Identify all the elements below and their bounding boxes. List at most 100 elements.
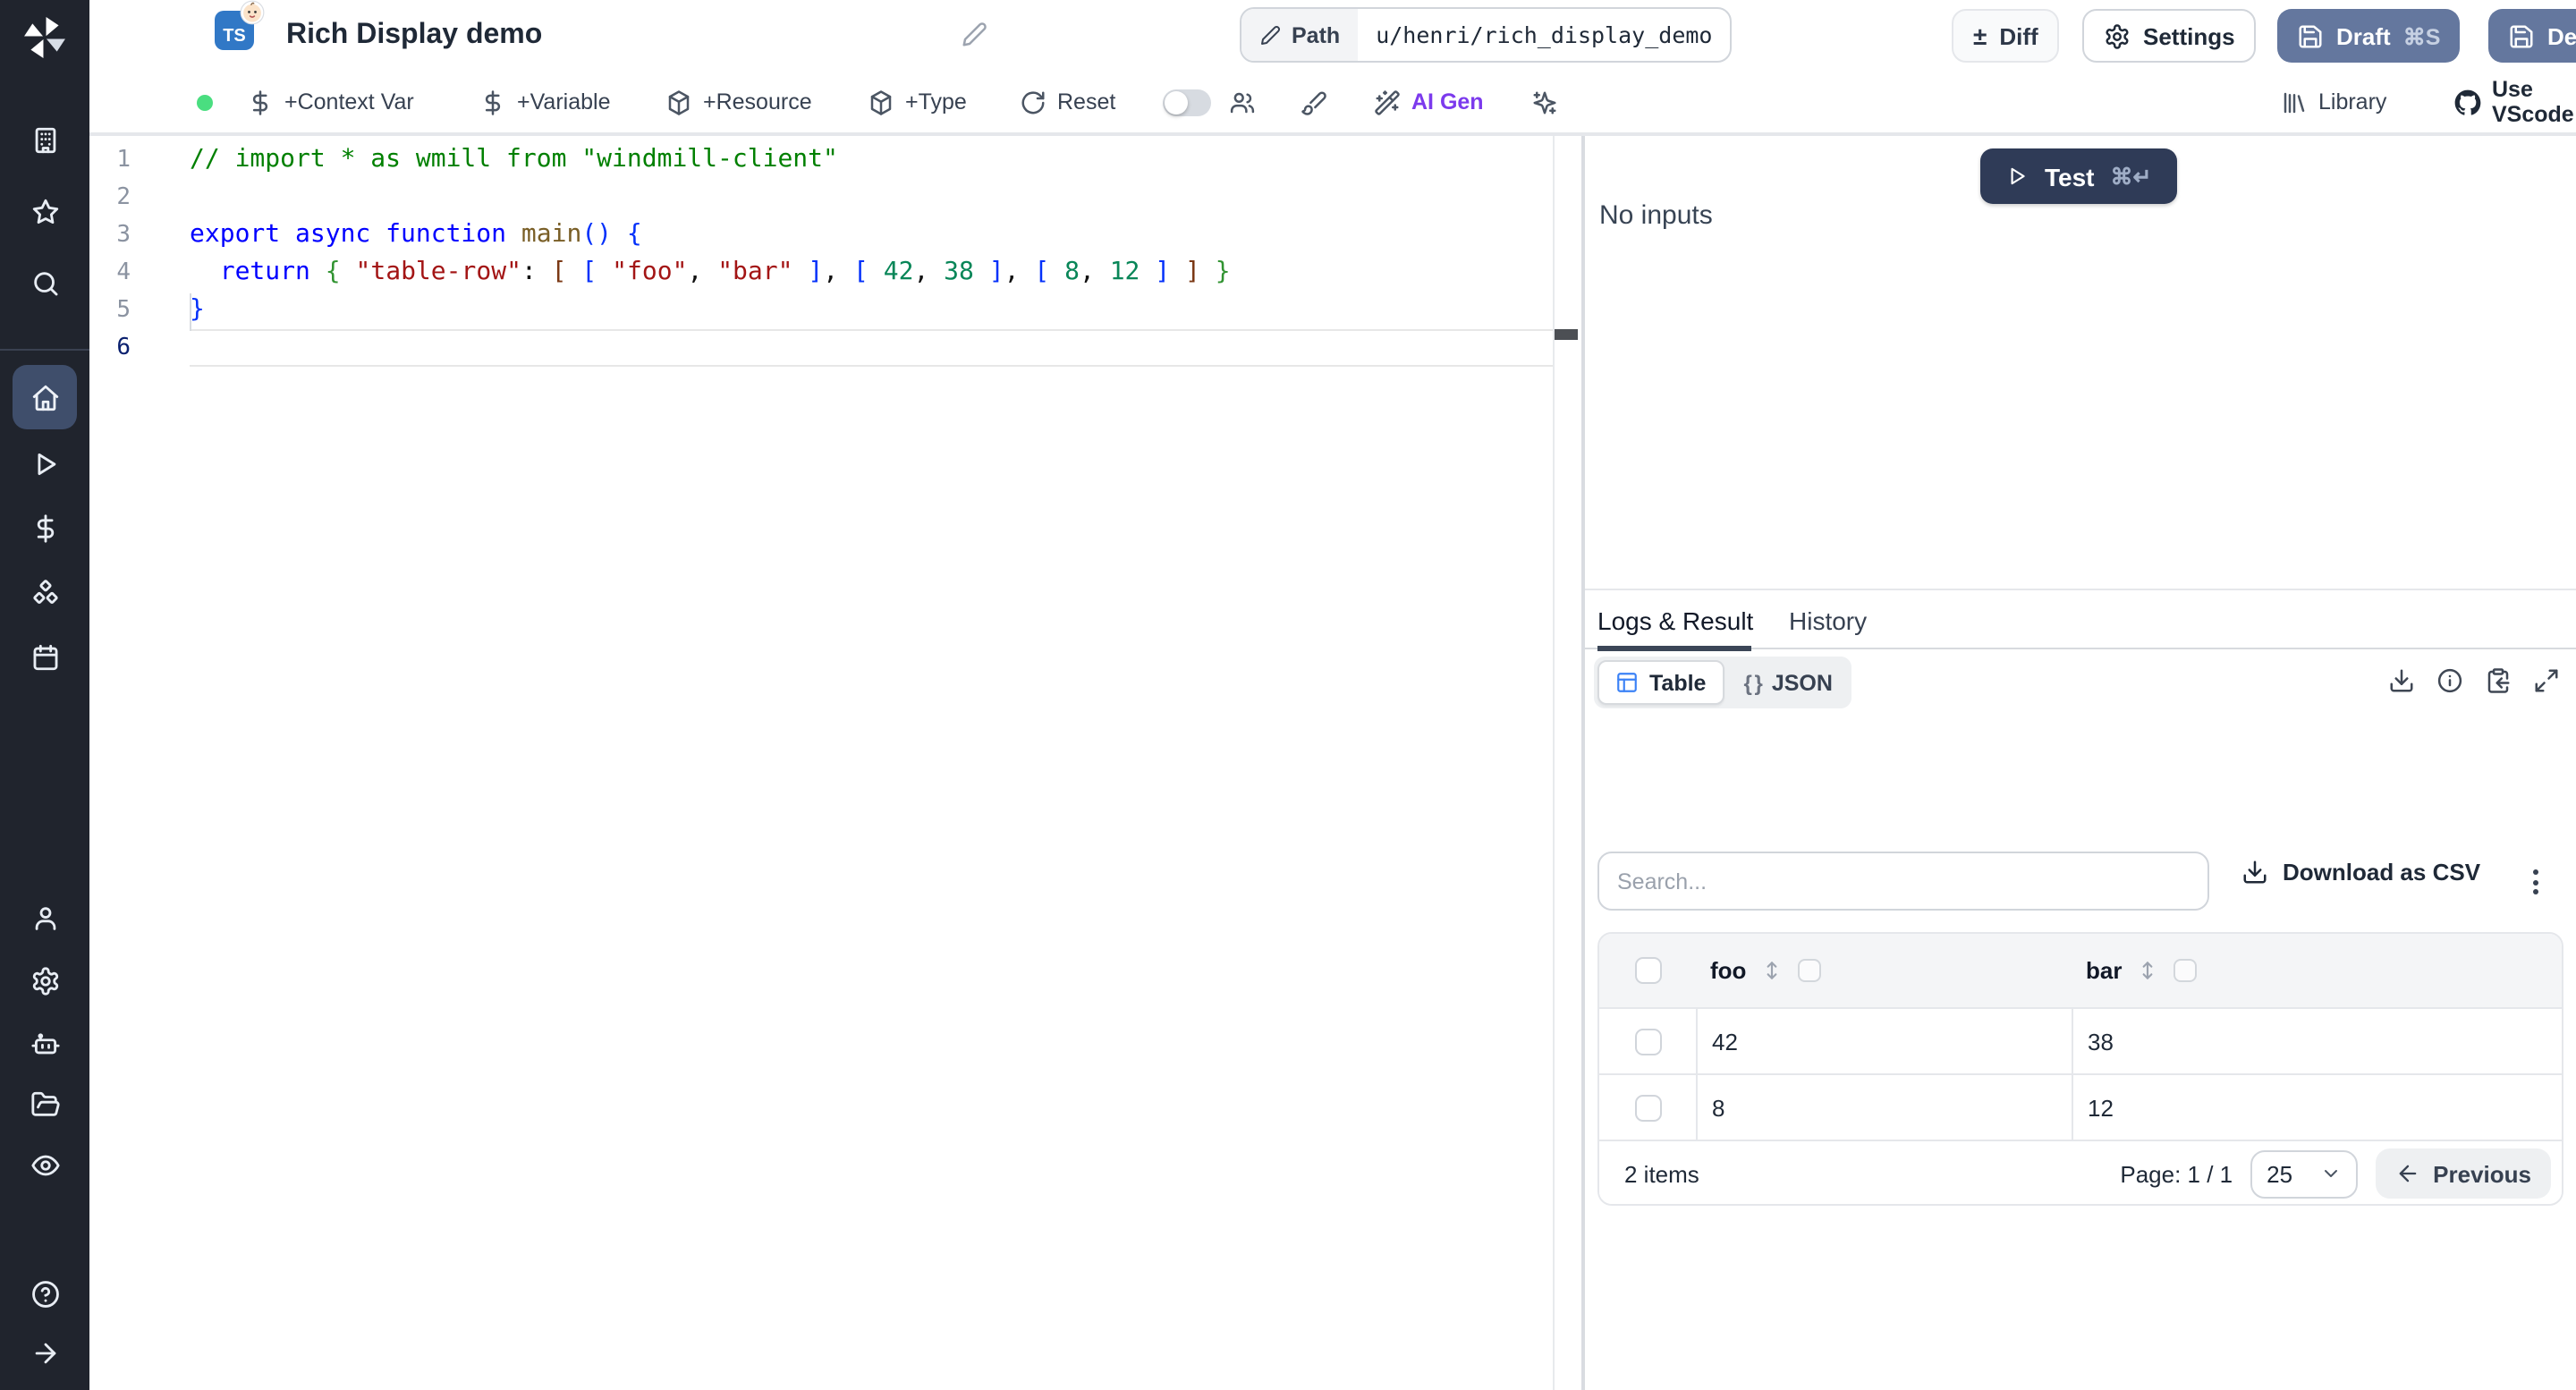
table-options-kebab-menu[interactable]: [2522, 860, 2547, 903]
library-icon: [2281, 89, 2308, 115]
download-csv-button[interactable]: Download as CSV: [2241, 859, 2480, 886]
draft-button-label: Draft: [2336, 22, 2391, 49]
diff-button[interactable]: ± Diff: [1952, 9, 2060, 63]
table-footer: 2 items Page: 1 / 1 25 Previous: [1599, 1140, 2562, 1204]
add-type-label: +Type: [905, 89, 967, 114]
plus-minus-icon: ±: [1973, 21, 1987, 50]
sort-foo-icon[interactable]: [1760, 959, 1784, 982]
view-toggle-table-label: Table: [1649, 670, 1707, 695]
settings-button[interactable]: Settings: [2082, 9, 2257, 63]
package-icon: [665, 89, 692, 115]
draft-button[interactable]: Draft ⌘S: [2277, 9, 2461, 63]
copy-to-clipboard-icon[interactable]: [2485, 667, 2512, 694]
table-row[interactable]: 8 12: [1599, 1073, 2562, 1140]
table-search-input[interactable]: [1597, 852, 2209, 911]
download-icon[interactable]: [2388, 667, 2415, 694]
library-label: Library: [2318, 89, 2387, 114]
use-vscode-label: Use VScode: [2492, 77, 2574, 127]
use-vscode-button[interactable]: Use VScode: [2454, 72, 2576, 132]
column-header-foo[interactable]: foo: [1710, 957, 1746, 984]
column-bar-filter-checkbox[interactable]: [2174, 959, 2198, 982]
sidebar-item-runs[interactable]: [0, 449, 89, 479]
deploy-button[interactable]: Deploy: [2488, 9, 2576, 63]
add-type-button[interactable]: +Type: [868, 72, 967, 132]
results-area: Table { } JSON Download as CSV: [1585, 649, 2576, 1390]
dollar-icon: [247, 89, 274, 115]
save-icon: [2508, 22, 2535, 49]
info-icon[interactable]: [2436, 667, 2463, 694]
search-icon[interactable]: [0, 268, 89, 299]
path-value[interactable]: u/henri/rich_display_demo: [1358, 9, 1730, 61]
sort-bar-icon[interactable]: [2136, 959, 2159, 982]
add-context-var-button[interactable]: +Context Var: [247, 72, 414, 132]
sidebar: [0, 0, 89, 1390]
sidebar-item-settings[interactable]: [0, 966, 89, 996]
add-resource-label: +Resource: [703, 89, 812, 114]
sidebar-item-resources[interactable]: [0, 578, 89, 608]
run-result-panel: Test ⌘↵ No inputs Logs & Result History …: [1585, 136, 2576, 1390]
sidebar-divider: [0, 349, 89, 351]
path-widget[interactable]: Path u/henri/rich_display_demo: [1240, 7, 1733, 63]
previous-page-button[interactable]: Previous: [2376, 1148, 2551, 1199]
path-label-group: Path: [1241, 9, 1359, 61]
sidebar-item-audit-logs[interactable]: [0, 1150, 89, 1181]
collaborators-icon[interactable]: [1229, 72, 1256, 132]
favorites-star-icon[interactable]: [0, 197, 89, 227]
view-toggle-json-label: JSON: [1771, 670, 1833, 695]
sparkles-icon[interactable]: [1531, 72, 1558, 132]
no-inputs-text: No inputs: [1599, 200, 1713, 231]
package-icon: [868, 89, 894, 115]
test-shortcut: ⌘↵: [2110, 165, 2152, 190]
column-header-bar[interactable]: bar: [2086, 957, 2122, 984]
result-action-icons: [2388, 667, 2560, 694]
select-all-checkbox[interactable]: [1634, 957, 1661, 984]
result-table: foo bar 42 38 8 12 2 items Page: 1 / 1 2…: [1597, 932, 2563, 1206]
add-context-var-label: +Context Var: [284, 89, 414, 114]
code-editor[interactable]: 123456 // import * as wmill from "windmi…: [89, 136, 1581, 1390]
row-checkbox[interactable]: [1634, 1094, 1661, 1121]
add-variable-button[interactable]: +Variable: [479, 72, 610, 132]
editor-scrollbar-rail: [1553, 136, 1555, 1390]
code-lines[interactable]: // import * as wmill from "windmill-clie…: [190, 141, 1553, 367]
code-line-4: return { "table-row": [ [ "foo", "bar" ]…: [219, 258, 1231, 286]
windmill-script-editor: TS Rich Display demo Path u/henri/rich_d…: [0, 0, 2576, 1390]
table-icon: [1615, 671, 1639, 694]
table-row[interactable]: 42 38: [1599, 1007, 2562, 1073]
sidebar-item-schedules[interactable]: [0, 642, 89, 673]
add-resource-button[interactable]: +Resource: [665, 72, 812, 132]
sidebar-item-workers[interactable]: [0, 1029, 89, 1059]
sidebar-item-variables[interactable]: [0, 513, 89, 544]
edit-title-pencil-icon[interactable]: [961, 21, 987, 48]
expand-sidebar-icon[interactable]: [0, 1338, 89, 1369]
tab-logs-result[interactable]: Logs & Result: [1597, 590, 1753, 649]
windmill-logo[interactable]: [0, 14, 89, 61]
row-checkbox[interactable]: [1634, 1028, 1661, 1055]
ai-gen-button[interactable]: AI Gen: [1374, 72, 1484, 132]
baby-emoji-badge: [240, 0, 265, 25]
column-foo-filter-checkbox[interactable]: [1798, 959, 1822, 982]
code-line-3: export async function main() {: [190, 220, 642, 249]
view-toggle-json[interactable]: { } JSON: [1727, 660, 1848, 705]
sidebar-item-folders[interactable]: [0, 1089, 89, 1120]
diff-mode-toggle[interactable]: [1163, 89, 1211, 116]
sidebar-item-home[interactable]: [13, 365, 77, 429]
scrollbar-cursor-mark[interactable]: [1555, 329, 1578, 340]
items-count: 2 items: [1624, 1160, 1699, 1187]
library-button[interactable]: Library: [2281, 72, 2386, 132]
expand-icon[interactable]: [2533, 667, 2560, 694]
tab-history[interactable]: History: [1789, 590, 1867, 649]
view-toggle-table[interactable]: Table: [1597, 660, 1724, 705]
download-icon: [2241, 859, 2268, 886]
cell-foo: 8: [1712, 1094, 1725, 1121]
download-csv-label: Download as CSV: [2283, 859, 2481, 886]
page-size-select[interactable]: 25: [2250, 1149, 2359, 1198]
cell-bar: 38: [2088, 1028, 2114, 1055]
workspace-icon[interactable]: [0, 125, 89, 156]
sidebar-item-account[interactable]: [0, 903, 89, 934]
reset-button[interactable]: Reset: [1020, 72, 1115, 132]
help-icon[interactable]: [0, 1279, 89, 1309]
format-brush-icon[interactable]: [1301, 72, 1327, 132]
test-button[interactable]: Test ⌘↵: [1980, 148, 2177, 204]
code-line-6: [190, 329, 1553, 367]
